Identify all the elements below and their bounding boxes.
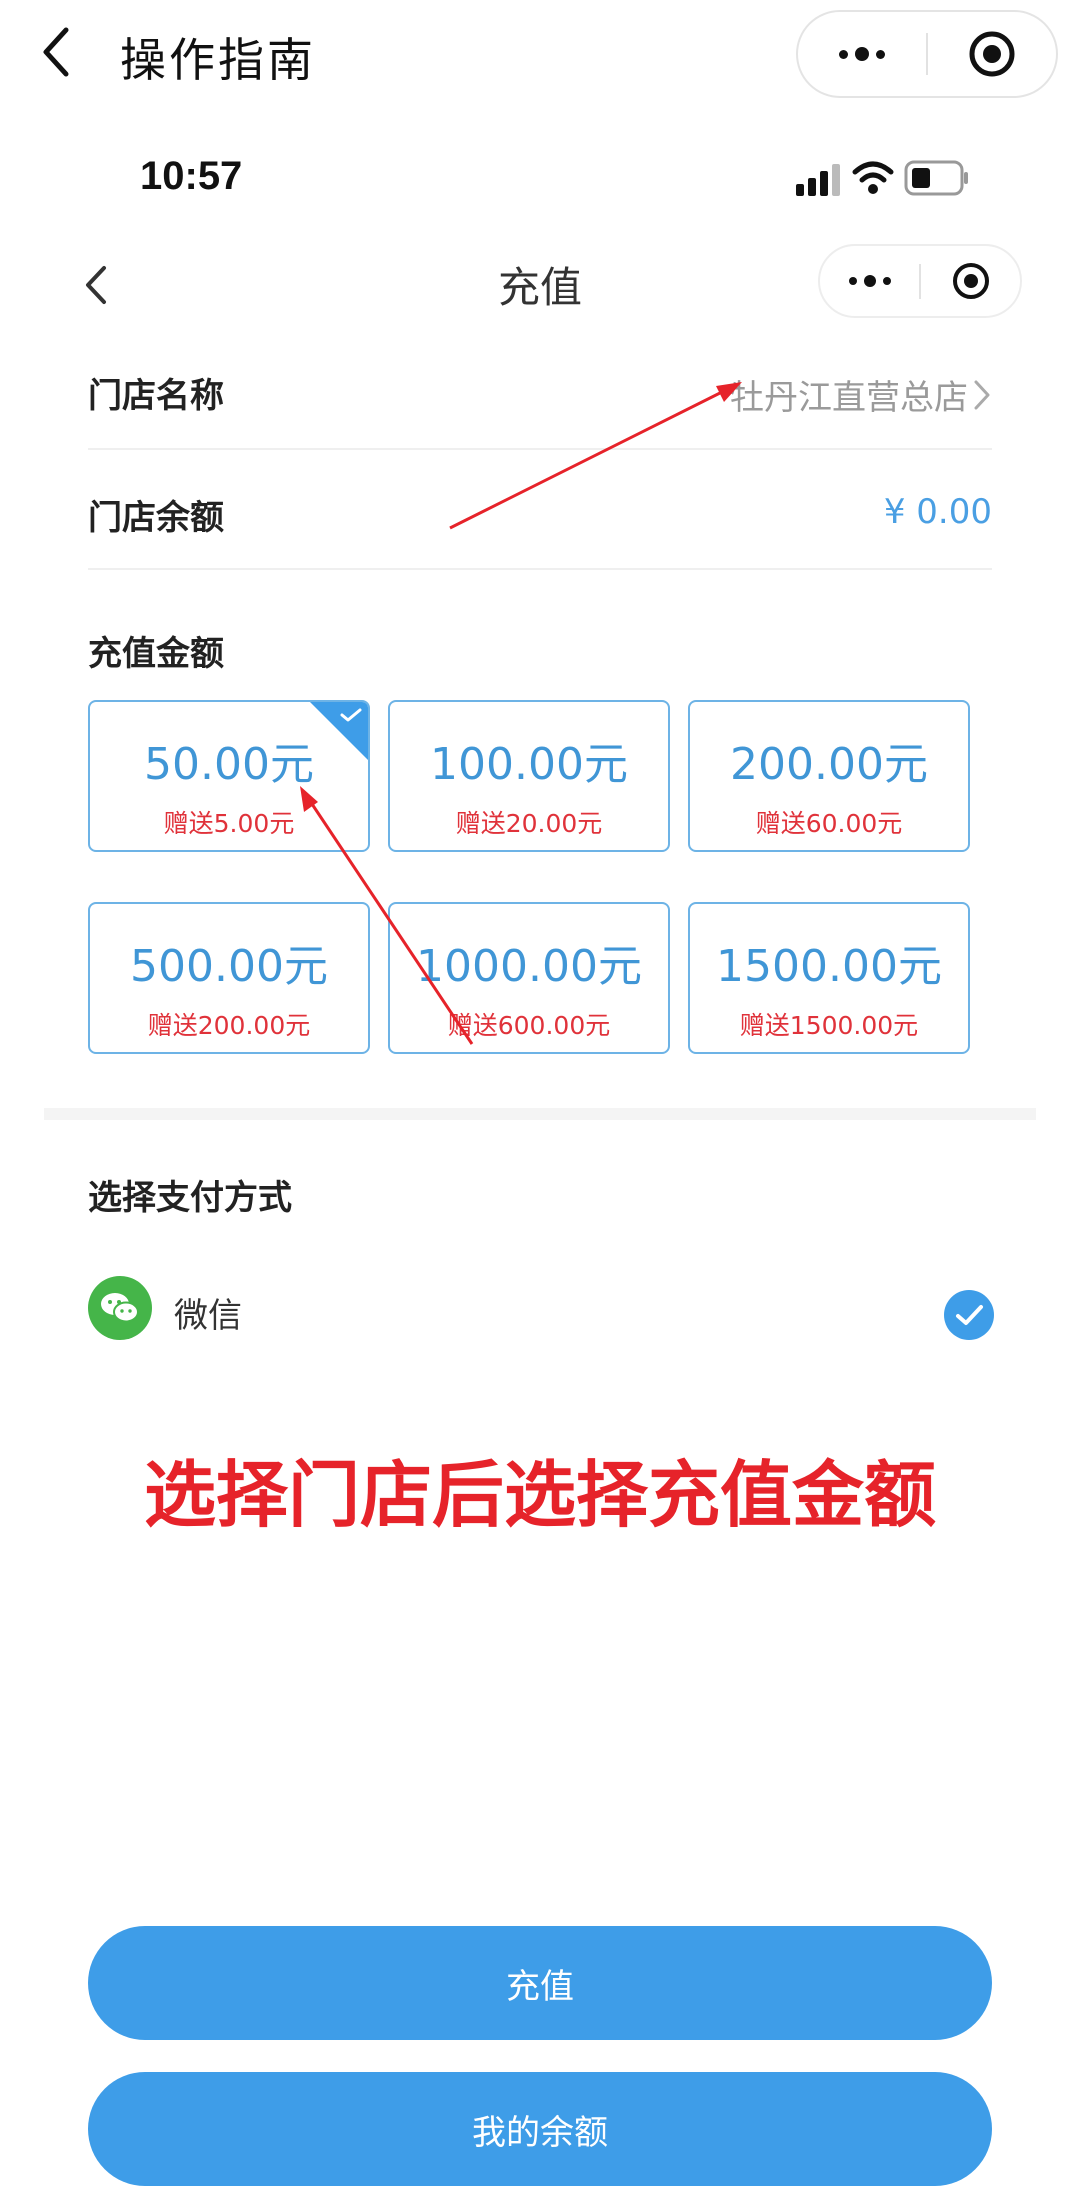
annotation-arrow-line [449,388,727,530]
wechat-icon [88,1276,152,1340]
recharge-button[interactable]: 充值 [88,1926,992,2040]
store-balance-value: ¥ 0.00 [883,492,992,532]
store-name-value[interactable]: 牡丹江直营总店 [730,370,968,419]
back-arrow-icon[interactable] [36,22,76,82]
bonus-value: 赠送5.00元 [163,809,295,838]
bonus-value: 赠送600.00元 [447,1011,611,1040]
store-balance-label: 门店余额 [88,498,224,538]
bonus-value: 赠送20.00元 [455,809,603,838]
recharge-amount-label: 充值金额 [88,634,224,674]
wifi-icon [852,161,894,194]
amount-option[interactable]: 100.00元 赠送20.00元 [388,700,670,852]
inner-capsule [818,244,1022,318]
amount-value: 1500.00元 [716,941,942,992]
amount-value: 200.00元 [730,739,928,790]
guide-title: 操作指南 [120,33,316,87]
amount-value: 500.00元 [130,941,328,992]
chevron-right-icon[interactable] [972,378,992,412]
bonus-value: 赠送60.00元 [755,809,903,838]
payment-method-label: 选择支付方式 [88,1178,292,1218]
status-time: 10:57 [140,154,243,198]
amount-value: 100.00元 [430,739,628,790]
inner-more-icon[interactable] [820,275,919,287]
store-name-label: 门店名称 [88,376,224,416]
bonus-value: 赠送1500.00元 [739,1011,919,1040]
more-icon[interactable] [798,47,926,61]
wechat-pay-option[interactable]: 微信 [174,1288,242,1337]
divider [88,568,992,570]
amount-option[interactable]: 1500.00元 赠送1500.00元 [688,902,970,1054]
amount-option[interactable]: 200.00元 赠送60.00元 [688,700,970,852]
inner-close-target-icon[interactable] [921,260,1020,302]
signal-icon [796,164,840,196]
amount-option[interactable]: 500.00元 赠送200.00元 [88,902,370,1054]
bonus-value: 赠送200.00元 [147,1011,311,1040]
payment-selected-check-icon[interactable] [944,1290,994,1340]
amount-option[interactable]: 1000.00元 赠送600.00元 [388,902,670,1054]
battery-icon [904,160,968,196]
outer-capsule [796,10,1058,98]
my-balance-button[interactable]: 我的余额 [88,2072,992,2186]
amount-value: 1000.00元 [416,941,642,992]
annotation-arrows [300,382,742,1045]
check-icon [340,708,362,722]
section-separator [44,1108,1036,1120]
close-target-icon[interactable] [928,29,1056,79]
divider [88,448,992,450]
amount-option[interactable]: 50.00元 赠送5.00元 [88,700,370,852]
annotation-text: 选择门店后选择充值金额 [143,1453,936,1537]
